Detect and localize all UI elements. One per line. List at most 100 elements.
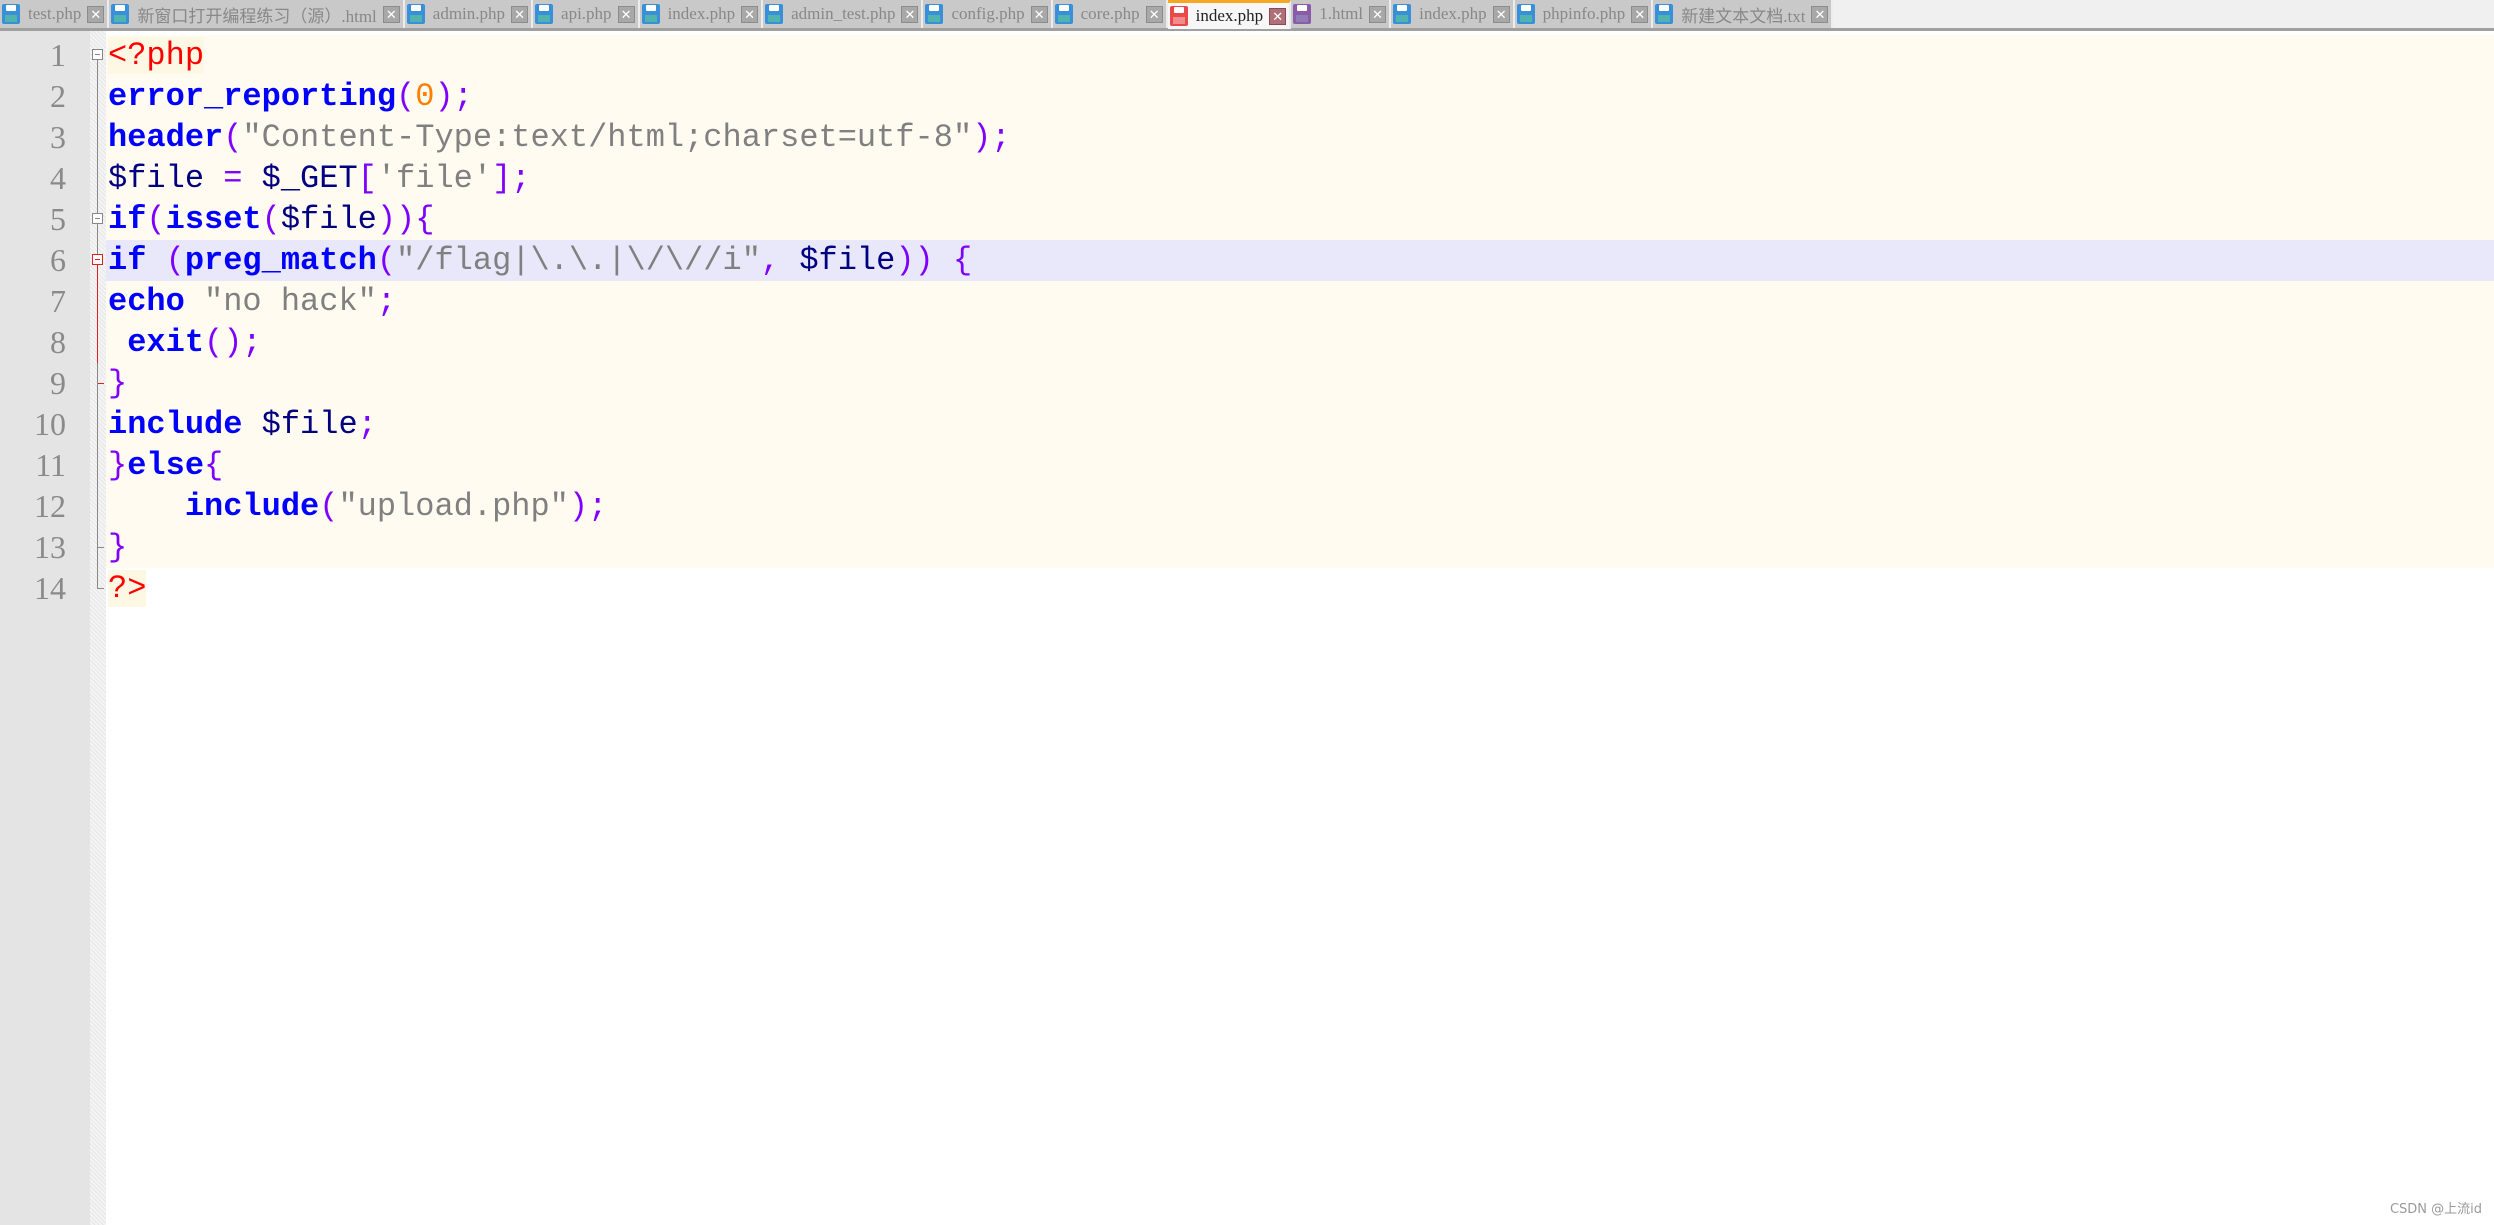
line-number: 10 bbox=[34, 406, 66, 442]
code-line[interactable]: 1 <?php bbox=[0, 35, 2494, 76]
line-number: 7 bbox=[50, 283, 66, 319]
close-tab-icon[interactable]: ✕ bbox=[617, 5, 635, 23]
code-text[interactable]: echo "no hack"; bbox=[108, 281, 396, 322]
floppy-disk-icon bbox=[1655, 4, 1674, 24]
code-lines[interactable]: 1 <?php 2 error_reporting(0); 3 header("Conte… bbox=[0, 35, 2494, 609]
tab-admin-test-php[interactable]: admin_test.php ✕ bbox=[763, 0, 924, 28]
close-tab-icon[interactable]: ✕ bbox=[1631, 5, 1649, 23]
tab-test-php[interactable]: test.php ✕ bbox=[0, 0, 110, 28]
code-line[interactable]: 3 header("Content-Type:text/html;charset=… bbox=[0, 117, 2494, 158]
code-token: = bbox=[223, 160, 243, 197]
fold-line bbox=[90, 486, 106, 527]
code-text[interactable]: include("upload.php"); bbox=[108, 486, 607, 527]
code-token: } bbox=[108, 447, 128, 484]
code-editor[interactable]: 1 <?php 2 error_reporting(0); 3 header("Conte… bbox=[0, 31, 2494, 1225]
close-tab-icon[interactable]: ✕ bbox=[1145, 5, 1163, 23]
code-token: } bbox=[108, 365, 128, 402]
code-token: "Content-Type:text/html;charset=utf-8" bbox=[242, 119, 973, 156]
tab-phpinfo-php[interactable]: phpinfo.php ✕ bbox=[1514, 0, 1654, 28]
code-line[interactable]: 13} bbox=[0, 527, 2494, 568]
close-tab-icon[interactable]: ✕ bbox=[87, 5, 105, 23]
close-tab-icon[interactable]: ✕ bbox=[1269, 7, 1287, 25]
close-tab-icon[interactable]: ✕ bbox=[1030, 5, 1048, 23]
tab-txt[interactable]: 新建文本文档.txt ✕ bbox=[1653, 0, 1834, 28]
code-text[interactable]: } bbox=[108, 363, 127, 404]
tab-label: admin_test.php bbox=[791, 4, 896, 23]
fold-collapse-icon[interactable] bbox=[90, 35, 106, 76]
watermark: CSDN @上流id bbox=[2389, 1202, 2482, 1217]
code-text[interactable]: } bbox=[108, 527, 127, 568]
tab-label: 新窗口打开编程练习（源）.html bbox=[137, 6, 377, 26]
code-token: , bbox=[760, 242, 781, 279]
code-text[interactable]: if(isset($file)){ bbox=[108, 199, 434, 240]
code-line[interactable]: 7 echo "no hack"; bbox=[0, 281, 2494, 322]
code-text[interactable]: <?php bbox=[108, 35, 205, 76]
tab-html[interactable]: 新窗口打开编程练习（源）.html ✕ bbox=[109, 0, 405, 28]
code-text[interactable]: $file = $_GET['file']; bbox=[108, 158, 530, 199]
tab-index-php[interactable]: index.php ✕ bbox=[1391, 0, 1515, 28]
code-token: ; bbox=[376, 283, 397, 320]
close-tab-icon[interactable]: ✕ bbox=[1811, 5, 1829, 23]
code-line[interactable]: 12 include("upload.php"); bbox=[0, 486, 2494, 527]
close-tab-icon[interactable]: ✕ bbox=[511, 5, 529, 23]
tab-core-php[interactable]: core.php ✕ bbox=[1052, 0, 1168, 28]
line-number: 4 bbox=[50, 160, 66, 196]
code-token: include bbox=[184, 488, 320, 525]
code-text[interactable]: }else{ bbox=[108, 445, 223, 486]
close-tab-icon[interactable]: ✕ bbox=[382, 5, 400, 23]
close-tab-icon[interactable]: ✕ bbox=[1369, 5, 1387, 23]
close-tab-icon[interactable]: ✕ bbox=[901, 5, 919, 23]
code-text[interactable]: if (preg_match("/flag|\.\.|\/\//i", $fil… bbox=[108, 240, 972, 281]
line-number: 14 bbox=[34, 570, 66, 606]
tab-config-php[interactable]: config.php ✕ bbox=[923, 0, 1053, 28]
tab-label: api.php bbox=[561, 4, 612, 23]
code-line[interactable]: 11}else{ bbox=[0, 445, 2494, 486]
tab-index-php[interactable]: index.php ✕ bbox=[1167, 0, 1292, 29]
line-number: 12 bbox=[34, 488, 66, 524]
code-line[interactable]: 5 if(isset($file)){ bbox=[0, 199, 2494, 240]
floppy-disk-icon bbox=[925, 4, 944, 24]
tab-1-html[interactable]: 1.html ✕ bbox=[1291, 0, 1392, 28]
code-token: exit bbox=[127, 324, 205, 361]
code-token: 'file' bbox=[376, 160, 493, 197]
tab-index-php[interactable]: index.php ✕ bbox=[639, 0, 764, 28]
floppy-disk-icon bbox=[765, 4, 784, 24]
code-line[interactable]: 8 exit(); bbox=[0, 322, 2494, 363]
code-line[interactable]: 4 $file = $_GET['file']; bbox=[0, 158, 2494, 199]
line-background bbox=[106, 527, 2494, 568]
close-tab-icon[interactable]: ✕ bbox=[741, 5, 759, 23]
tab-admin-php[interactable]: admin.php ✕ bbox=[404, 0, 534, 28]
fold-collapse-icon[interactable] bbox=[90, 199, 106, 240]
code-token: $file bbox=[780, 242, 896, 279]
tab-label: admin.php bbox=[432, 4, 506, 23]
floppy-disk-icon bbox=[111, 4, 130, 24]
code-token: $file bbox=[242, 406, 358, 443]
code-token: (); bbox=[204, 324, 262, 361]
tab-label: 1.html bbox=[1319, 4, 1364, 23]
code-line[interactable]: 9} bbox=[0, 363, 2494, 404]
fold-line bbox=[90, 117, 106, 158]
code-line[interactable]: 10 include $file; bbox=[0, 404, 2494, 445]
floppy-disk-icon bbox=[2, 4, 20, 24]
code-token: ( bbox=[261, 201, 281, 238]
tab-label: phpinfo.php bbox=[1542, 4, 1626, 23]
fold-collapse-icon[interactable] bbox=[90, 240, 106, 281]
tab-api-php[interactable]: api.php ✕ bbox=[533, 0, 640, 28]
code-line[interactable]: 6 if (preg_match("/flag|\.\.|\/\//i", $fi… bbox=[0, 240, 2494, 281]
code-text[interactable]: header("Content-Type:text/html;charset=u… bbox=[108, 117, 1011, 158]
line-background bbox=[106, 404, 2494, 445]
tab-bar-empty-area[interactable] bbox=[1833, 0, 2494, 28]
fold-end-marker bbox=[90, 568, 106, 609]
code-text[interactable]: error_reporting(0); bbox=[108, 76, 473, 117]
code-line[interactable]: 2 error_reporting(0); bbox=[0, 76, 2494, 117]
code-text[interactable]: ?> bbox=[108, 568, 147, 609]
line-background bbox=[106, 322, 2494, 363]
code-line[interactable]: 14 ?> bbox=[0, 568, 2494, 609]
code-token: ); bbox=[434, 78, 473, 115]
code-text[interactable]: exit(); bbox=[108, 322, 262, 363]
code-token: ( bbox=[146, 242, 185, 279]
close-tab-icon[interactable]: ✕ bbox=[1492, 5, 1510, 23]
code-text[interactable]: include $file; bbox=[108, 404, 377, 445]
code-token: <?php bbox=[108, 37, 205, 74]
